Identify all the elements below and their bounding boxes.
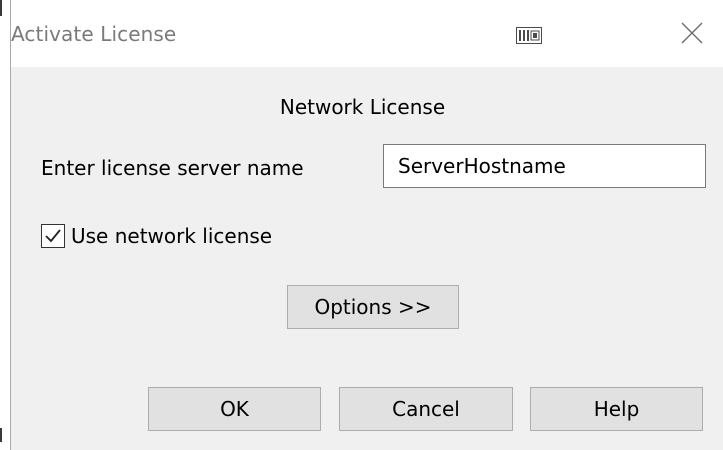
window-edge-mark [0,0,2,16]
server-name-label: Enter license server name [41,156,304,180]
checkmark-icon [45,229,61,243]
help-button[interactable]: Help [530,387,703,431]
close-icon [681,22,703,44]
cancel-button[interactable]: Cancel [339,387,513,431]
window-edge-mark [0,428,2,442]
server-name-input[interactable] [383,144,706,188]
ok-button[interactable]: OK [148,387,321,431]
use-network-license-label[interactable]: Use network license [71,224,272,248]
screen: Activate License Network License Enter l… [0,0,723,450]
options-button[interactable]: Options >> [287,285,459,329]
title-bar[interactable]: Activate License [11,0,723,68]
license-window-icon [516,27,542,44]
dialog-heading: Network License [279,95,446,119]
background-window-edge [0,0,10,450]
activate-license-dialog: Activate License Network License Enter l… [10,0,723,450]
use-network-license-checkbox[interactable] [41,224,65,248]
window-title: Activate License [11,22,177,46]
close-button[interactable] [677,18,707,48]
